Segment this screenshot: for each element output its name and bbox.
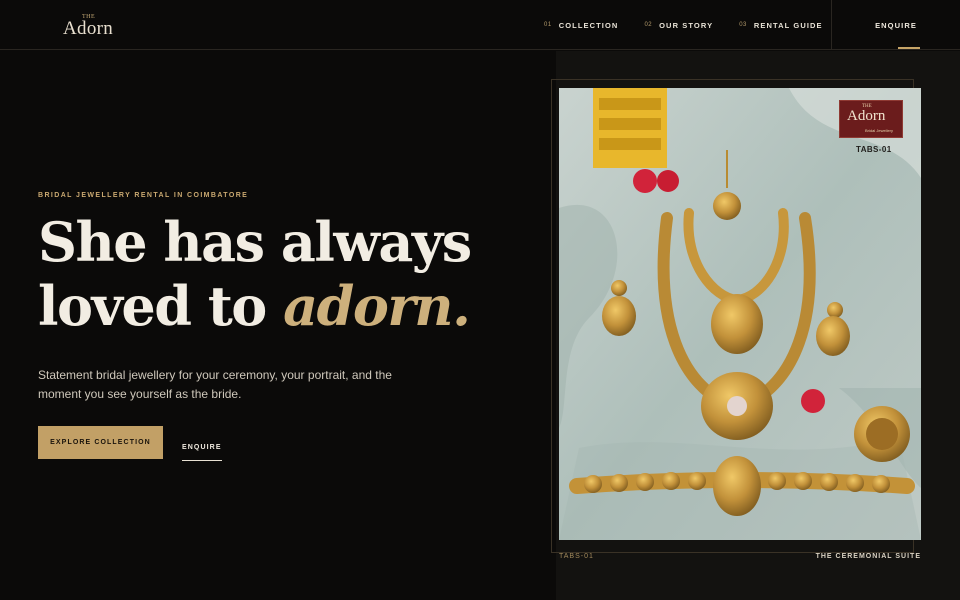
main-nav: 01 COLLECTION 02 OUR STORY 03 RENTAL GUI… bbox=[544, 0, 849, 50]
photo-tag-wordmark: Adorn bbox=[847, 108, 886, 124]
logo-wordmark: Adorn bbox=[63, 18, 114, 39]
nav-item-collection[interactable]: 01 COLLECTION bbox=[544, 21, 618, 30]
enquire-link-label: ENQUIRE bbox=[182, 444, 222, 451]
enquire-link[interactable]: ENQUIRE bbox=[182, 436, 222, 461]
explore-collection-label: EXPLORE COLLECTION bbox=[50, 439, 151, 446]
nav-item-rental-guide[interactable]: 03 RENTAL GUIDE bbox=[739, 21, 822, 30]
hero-description: Statement bridal jewellery for your cere… bbox=[38, 368, 392, 401]
nav-label: OUR STORY bbox=[659, 20, 714, 30]
headline-line-1: She has always bbox=[38, 210, 472, 274]
feature-photo[interactable]: THE Adorn Bridal Jewellery TABS-01 bbox=[559, 88, 921, 540]
nav-item-our-story[interactable]: 02 OUR STORY bbox=[644, 21, 713, 30]
active-underline bbox=[898, 47, 920, 49]
nav-number: 03 bbox=[739, 22, 747, 28]
nav-label: RENTAL GUIDE bbox=[753, 20, 823, 30]
nav-number: 01 bbox=[544, 22, 552, 28]
brand-logo[interactable]: THE Adorn bbox=[62, 14, 122, 44]
nav-enquire-label: ENQUIRE bbox=[875, 20, 917, 30]
headline-line-2: loved to bbox=[38, 274, 284, 338]
photo-brand-tag: THE Adorn Bridal Jewellery bbox=[839, 100, 903, 138]
feature-caption-title: THE CEREMONIAL SUITE bbox=[815, 553, 921, 560]
explore-collection-button[interactable]: EXPLORE COLLECTION bbox=[38, 426, 163, 459]
hero-headline: She has always loved to adorn. bbox=[38, 210, 472, 338]
headline-accent: adorn. bbox=[283, 274, 471, 338]
hero-eyebrow: BRIDAL JEWELLERY RENTAL IN COIMBATORE bbox=[38, 192, 249, 199]
photo-product-code: TABS-01 bbox=[856, 145, 892, 154]
jewellery-illustration bbox=[559, 88, 921, 540]
nav-label: COLLECTION bbox=[558, 20, 619, 30]
photo-tag-subtitle: Bridal Jewellery bbox=[865, 128, 894, 133]
feature-caption-code: TABS-01 bbox=[559, 553, 594, 560]
nav-enquire-button[interactable]: ENQUIRE bbox=[831, 0, 960, 50]
site-header: THE Adorn 01 COLLECTION 02 OUR STORY 03 … bbox=[0, 0, 960, 50]
nav-number: 02 bbox=[644, 22, 653, 28]
